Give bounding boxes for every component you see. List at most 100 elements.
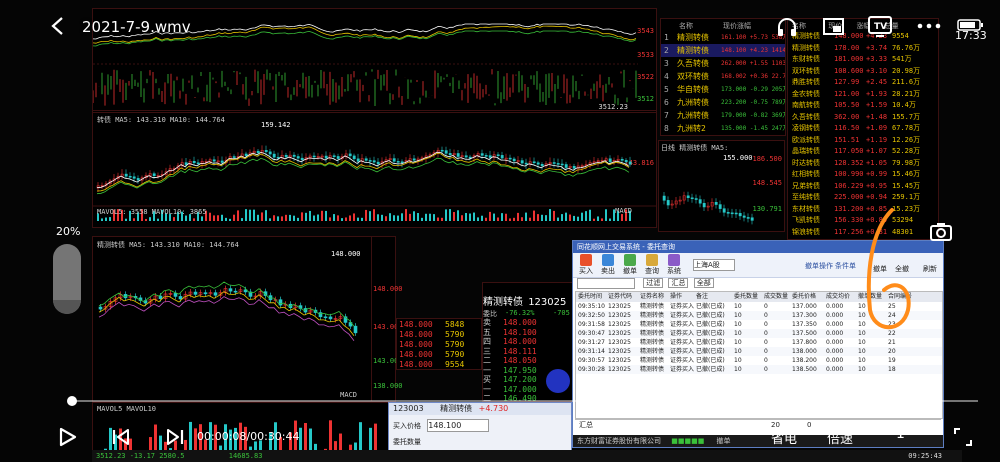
trade-cell: 已撤(已成): [696, 357, 725, 364]
next-button[interactable]: [164, 427, 186, 447]
watchlist-b-row[interactable]: 欧派转债 151.51 +1.19 12.26万: [788, 135, 938, 146]
watchlist-b-row[interactable]: 久吾转债 362.00 +1.48 155.7万: [788, 112, 938, 123]
watchlist-b-row[interactable]: 金农转债 121.00 +1.93 28.21万: [788, 89, 938, 100]
kline-candle: [300, 157, 304, 161]
trade-row[interactable]: 09:30:57 123025 精测转债 证券买入 已撤(已成) 10 0 138.200 0.…: [576, 356, 942, 365]
more-options-button[interactable]: [914, 18, 944, 34]
watchlist-b-row[interactable]: 晶瑞转债 117.050 +1.07 52.28万: [788, 146, 938, 157]
clock-time: 17:33: [955, 29, 987, 42]
watchlist-b-row[interactable]: 时达转债 128.352 +1.05 79.98万: [788, 158, 938, 169]
trade-row[interactable]: 09:31:14 123025 精测转债 证券买入 已撤(已成) 10 0 138.000 0.…: [576, 347, 942, 356]
kline-volume-bar: [289, 214, 291, 221]
kline-volume-bar: [513, 217, 515, 221]
back-button[interactable]: [48, 14, 68, 38]
watchlist-a-row[interactable]: 4 双环转债 168.002 +0.36 22.7万: [661, 70, 785, 83]
trade-cell: 证券买入: [670, 330, 695, 337]
right-link-cancel[interactable]: 撤单操作: [805, 261, 833, 271]
watchlist-b-row[interactable]: 鼎胜转债 127.99 +2.45 211.6万: [788, 77, 938, 88]
right-tool-refresh[interactable]: 刷新: [923, 264, 937, 274]
previous-button[interactable]: [110, 427, 132, 447]
kline-candle: [128, 175, 132, 178]
trade-column-header[interactable]: 成交数量: [764, 292, 792, 302]
trade-cell: 19: [888, 357, 896, 364]
floating-ball[interactable]: [546, 369, 570, 393]
toolbar-system[interactable]: 系统: [663, 254, 685, 276]
watchlist-b-row[interactable]: 兄弟转债 106.229 +0.95 15.45万: [788, 181, 938, 192]
picture-in-picture-button[interactable]: [822, 16, 846, 38]
index-axis-4: 3512: [637, 95, 654, 103]
progress-handle[interactable]: [66, 396, 77, 406]
trade-column-header[interactable]: 证券代码: [608, 292, 640, 302]
headphones-button[interactable]: [776, 16, 798, 38]
toolbar-cancel[interactable]: 撤单: [619, 254, 641, 276]
volume-slider[interactable]: [53, 244, 81, 314]
trade-cell: 123025: [608, 339, 631, 346]
watchlist-b-row[interactable]: 南航转债 105.50 +1.59 10.4万: [788, 100, 938, 111]
trade-status-text: 东方财富证券股份有限公司: [577, 437, 661, 445]
trade-cell: 精测转债: [640, 348, 665, 355]
toolbar-sell[interactable]: 卖出: [597, 254, 619, 276]
fullscreen-button[interactable]: [952, 426, 974, 448]
speed-button[interactable]: 倍速: [827, 428, 853, 447]
kline-candle: [572, 166, 576, 169]
trade-cell: 精测转债: [640, 339, 665, 346]
kline-volume-bar: [237, 210, 239, 221]
watchlist-b-row[interactable]: 双环转债 108.600 +3.10 20.98万: [788, 66, 938, 77]
episode-button[interactable]: 1: [896, 426, 905, 442]
screenshot-button[interactable]: [929, 221, 953, 243]
trade-column-header[interactable]: 备注: [696, 292, 734, 302]
power-saving-button[interactable]: 省电: [771, 428, 797, 447]
trade-column-header[interactable]: 操作: [670, 292, 696, 302]
watchlist-a-row[interactable]: 7 九洲转债 179.000 -0.82 369万: [661, 109, 785, 122]
watchlist-a-row[interactable]: 3 久吾转债 262.000 +1.55 1103万: [661, 57, 785, 70]
trade-cell: 137.500: [792, 330, 817, 337]
watchlist-b-row[interactable]: 红相转债 100.990 +0.99 15.46万: [788, 169, 938, 180]
all-select[interactable]: 全部: [693, 278, 714, 288]
filter-button[interactable]: 过滤: [643, 278, 664, 288]
trade-cell: 137.000: [792, 303, 817, 310]
trade-column-header[interactable]: 委托数量: [734, 292, 764, 302]
watchlist-b-row[interactable]: 东财转债 181.000 +3.33 541万: [788, 54, 938, 65]
watchlist-b-row[interactable]: 精测转债 178.00 +3.74 76.76万: [788, 43, 938, 54]
watchlist-b-price: 105.50: [834, 101, 860, 109]
trade-column-header[interactable]: 委托时间: [578, 292, 608, 302]
kline-volume-bar: [213, 215, 215, 221]
trade-column-header[interactable]: 成交均价: [826, 292, 858, 302]
ask-price: 148.000: [399, 320, 433, 329]
cast-tv-button[interactable]: TV: [867, 15, 893, 39]
filter-select[interactable]: [577, 277, 635, 289]
kline-volume-bar: [253, 209, 255, 221]
watchlist-a-row[interactable]: 8 九洲转2 135.000 -1.45 247万: [661, 122, 785, 135]
kline-candle: [560, 163, 564, 166]
kline-volume-bar: [321, 210, 323, 221]
watchlist-b-row[interactable]: 凌钢转债 116.50 +1.09 67.78万: [788, 123, 938, 134]
right-link-condition[interactable]: 条件单: [835, 261, 856, 271]
progress-bar[interactable]: [66, 396, 978, 406]
trade-column-header[interactable]: 委托价格: [792, 292, 826, 302]
trade-column-header[interactable]: 证券名称: [640, 292, 670, 302]
video-player[interactable]: 3512.23 3543 3533 3522 3512 转债 MA5: 143.…: [0, 0, 1000, 462]
trade-row[interactable]: 09:30:28 123025 精测转债 证券买入 已撤(已成) 10 0 138.500 0.…: [576, 365, 942, 374]
trade-cell: 0: [764, 357, 768, 364]
trade-cell: 137.800: [792, 339, 817, 346]
toolbar-query[interactable]: 查询: [641, 254, 663, 276]
kline-volume-bar: [225, 217, 227, 221]
bottom-order-price-input[interactable]: 148.100: [427, 419, 490, 432]
watchlist-a-row[interactable]: 2 精测转债 148.100 +4.23 1414万: [661, 44, 785, 57]
watchlist-a-row[interactable]: 5 华自转债 173.000 -0.29 205万: [661, 83, 785, 96]
kline-candle: [440, 149, 444, 152]
kline-macd-label: MACD: [615, 207, 632, 215]
kline-candle: [400, 161, 404, 164]
account-select[interactable]: 上海A股: [693, 259, 735, 271]
toolbar-buy[interactable]: 买入: [575, 254, 597, 276]
trade-cell: 123025: [608, 366, 631, 373]
play-button[interactable]: [56, 426, 78, 448]
trade-cell: 0: [764, 366, 768, 373]
kline-volume-bar: [305, 212, 307, 221]
kline-candle: [312, 155, 316, 158]
trade-cell: 10: [858, 357, 866, 364]
summary-button[interactable]: 汇总: [668, 278, 689, 288]
watchlist-a-row[interactable]: 6 九洲转债 223.200 -0.75 789万: [661, 96, 785, 109]
watchlist-a-row[interactable]: 1 精测转债 161.100 +5.73 538万: [661, 31, 785, 44]
kline-volume-bar: [421, 217, 423, 221]
